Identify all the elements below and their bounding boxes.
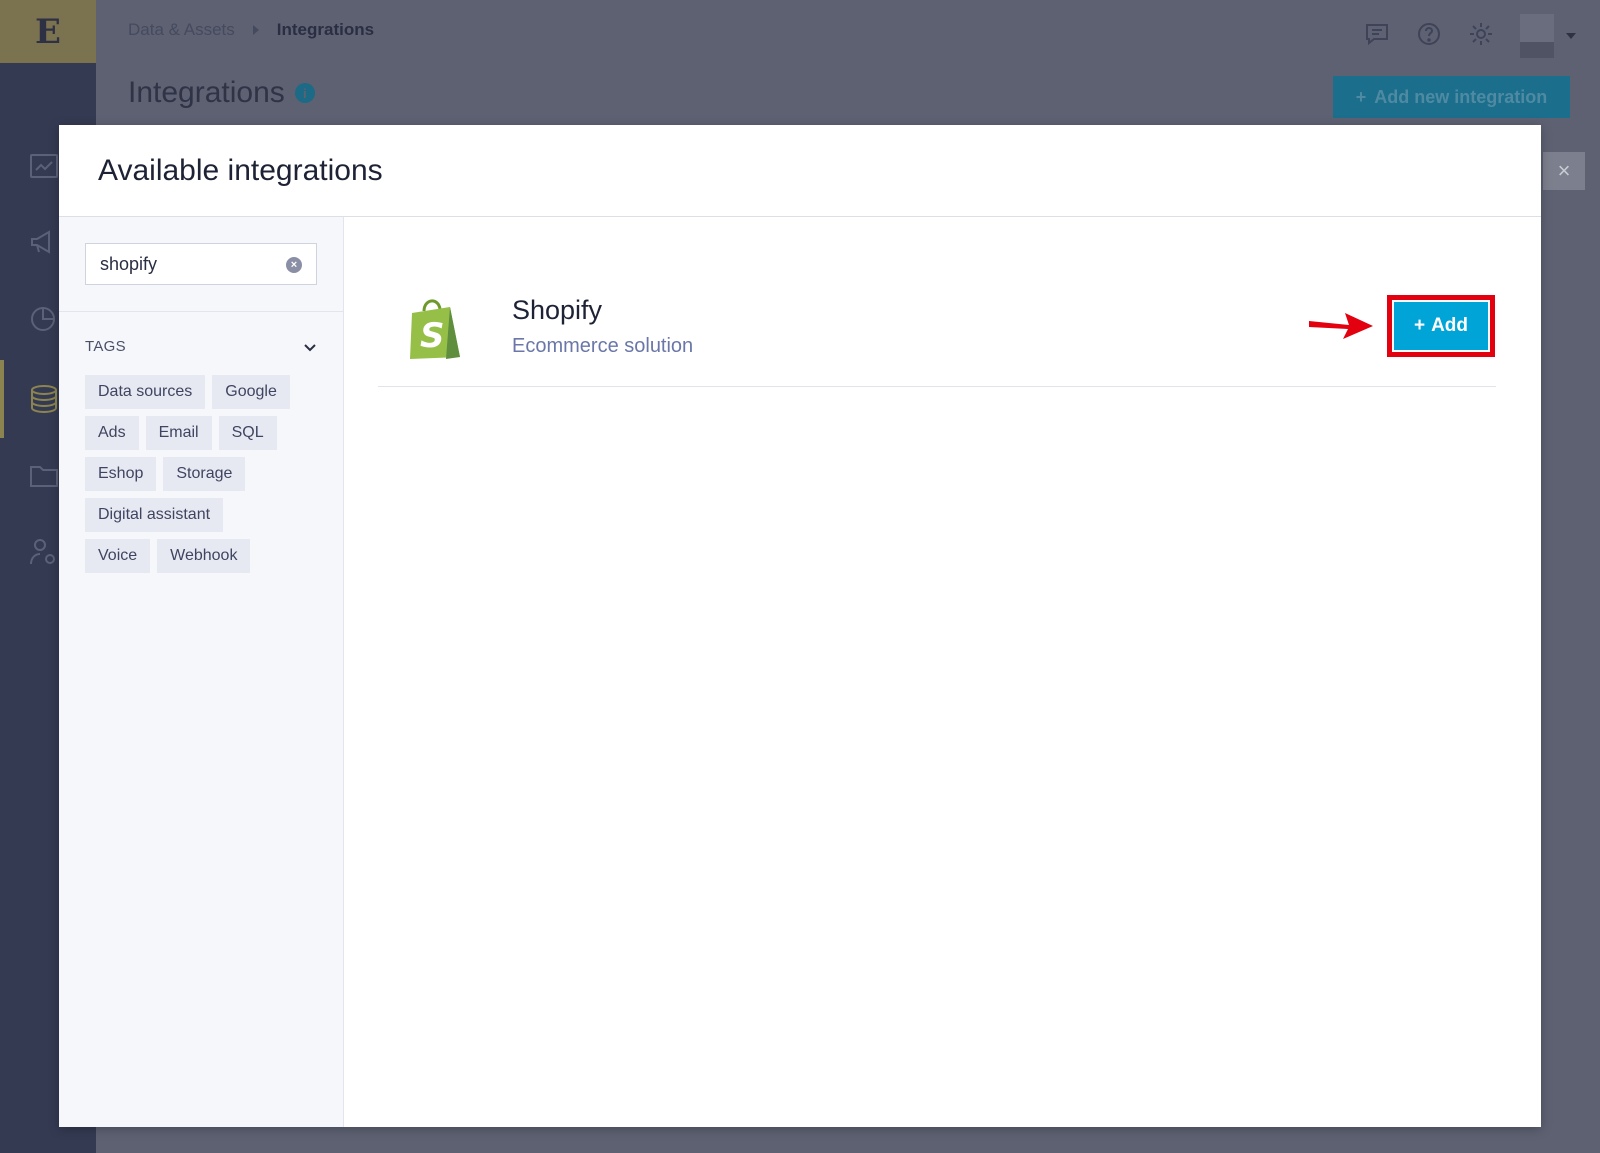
tags-label: TAGS [85,338,126,355]
breadcrumb-data-assets[interactable]: Data & Assets [128,20,235,40]
tag-google[interactable]: Google [212,375,290,409]
top-icons [1364,14,1576,58]
tags-list: Data sources Google Ads Email SQL Eshop … [59,355,319,573]
modal-title: Available integrations [98,153,383,187]
tag-webhook[interactable]: Webhook [157,539,251,573]
integration-name: Shopify [512,295,603,325]
results-panel: S Shopify Ecommerce solution + Add [344,217,1541,1127]
folder-icon[interactable] [28,460,60,492]
tag-eshop[interactable]: Eshop [85,457,157,491]
filters-panel: × TAGS Data sources Google Ads Email SQL… [59,217,344,1127]
modal-body: × TAGS Data sources Google Ads Email SQL… [59,217,1541,1127]
chevron-down-icon[interactable] [303,340,317,354]
chat-icon[interactable] [1364,21,1390,52]
search-input[interactable] [86,244,316,284]
tag-storage[interactable]: Storage [163,457,246,491]
available-integrations-modal: Available integrations × TAGS Data sourc… [59,125,1541,1127]
modal-header: Available integrations [59,125,1541,217]
tag-email[interactable]: Email [145,416,212,450]
plus-icon: + [1355,86,1367,107]
breadcrumb-separator-icon [252,25,259,35]
tag-digital-assistant[interactable]: Digital assistant [85,498,224,532]
app-logo[interactable]: E [0,0,96,63]
user-avatar[interactable] [1520,14,1554,58]
avatar-dropdown-icon[interactable] [1566,33,1576,39]
tags-header[interactable]: TAGS [59,312,343,355]
plus-icon: + [1413,315,1426,336]
clear-search-icon[interactable]: × [286,257,302,273]
tag-data-sources[interactable]: Data sources [85,375,206,409]
search-box: × [85,243,317,285]
red-arrow-annotation-icon [1309,313,1373,339]
page-title: Integrations i [128,76,315,110]
add-new-integration-button[interactable]: + Add new integration [1333,76,1570,118]
active-indicator [0,360,4,438]
help-icon[interactable] [1416,21,1442,52]
breadcrumb-integrations: Integrations [276,20,375,39]
database-icon[interactable] [28,383,60,415]
breadcrumb: Data & Assets Integrations [128,20,374,40]
close-modal-button[interactable]: × [1543,152,1585,190]
top-bar: Data & Assets Integrations [96,0,1600,63]
search-section: × [59,217,343,312]
integration-row: S Shopify Ecommerce solution + Add [378,295,1496,387]
shopify-bag-icon: S [406,295,466,361]
tag-sql[interactable]: SQL [218,416,277,450]
tag-voice[interactable]: Voice [85,539,151,573]
tag-ads[interactable]: Ads [85,416,139,450]
add-integration-button[interactable]: + Add [1394,302,1488,350]
svg-text:S: S [420,316,445,356]
pie-chart-icon[interactable] [28,302,60,334]
info-icon[interactable]: i [294,83,315,103]
integration-description: Ecommerce solution [512,335,694,357]
user-settings-icon[interactable] [28,536,60,568]
settings-gear-icon[interactable] [1468,21,1494,52]
dashboard-icon[interactable] [28,150,60,182]
megaphone-icon[interactable] [28,226,60,258]
